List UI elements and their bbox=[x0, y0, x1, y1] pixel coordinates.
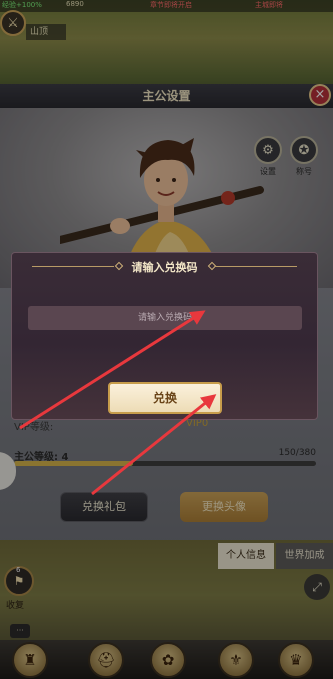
redeem-code-dialog: 请输入兑换码 兑换 bbox=[11, 252, 318, 420]
title-ornament-right bbox=[215, 266, 297, 267]
dialog-title: 请输入兑换码 bbox=[131, 261, 198, 274]
game-screen: 经验+100% 6890 章节即将开启 主城即将 ⚔ 山顶 × 主公设置 × bbox=[0, 0, 333, 679]
redeem-code-input[interactable] bbox=[28, 306, 302, 330]
redeem-confirm-button[interactable]: 兑换 bbox=[108, 382, 222, 414]
